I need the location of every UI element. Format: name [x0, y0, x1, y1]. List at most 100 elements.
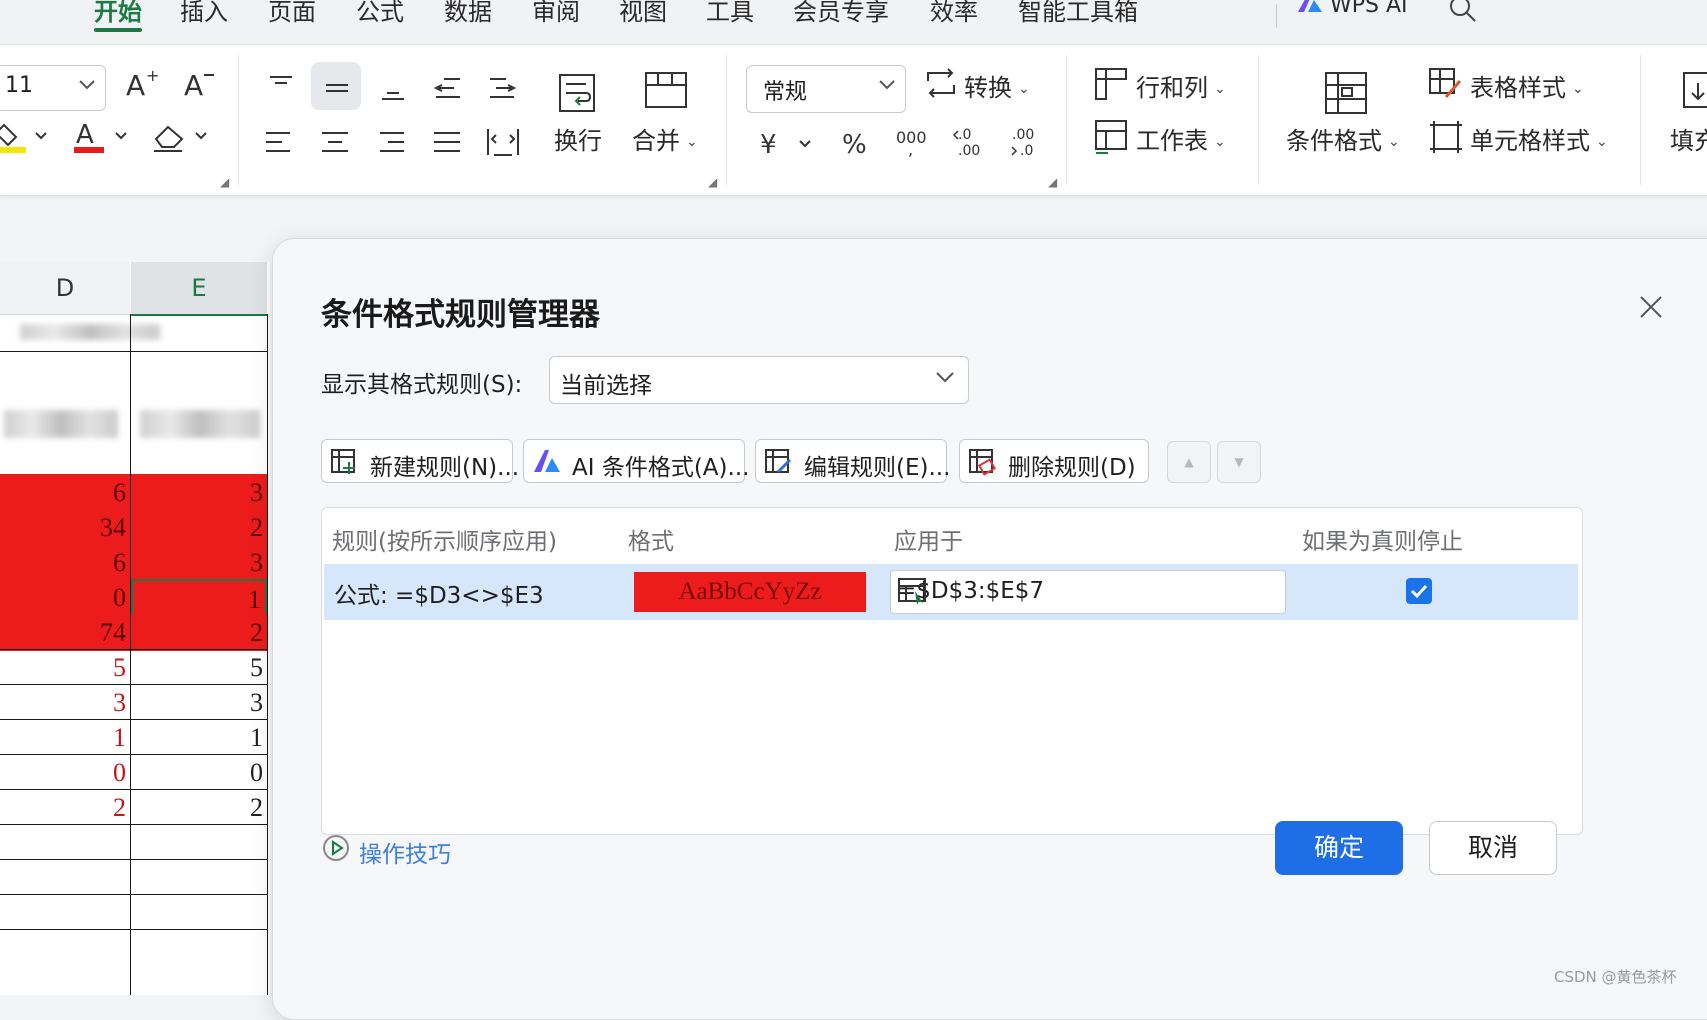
cell-e[interactable]: 2 [131, 614, 267, 651]
align-right-icon[interactable] [376, 127, 406, 161]
distributed-align-icon[interactable] [486, 125, 522, 163]
convert-label: 转换 [964, 74, 1012, 102]
rows-columns-button[interactable]: 行和列 ⌄ [1136, 68, 1226, 103]
cell-e[interactable]: 0 [131, 754, 267, 791]
decrease-font-icon[interactable]: A [182, 67, 218, 105]
cell-style-icon[interactable] [1428, 119, 1464, 159]
tab-page[interactable]: 页面 [268, 0, 316, 27]
cell-d[interactable]: 6 [0, 544, 130, 581]
column-header-d[interactable]: D [0, 262, 130, 315]
column-header-e[interactable]: E [131, 262, 267, 316]
tab-insert[interactable]: 插入 [180, 0, 228, 27]
chevron-down-icon: ⌄ [1214, 81, 1226, 97]
tab-view[interactable]: 视图 [619, 0, 667, 27]
cell-e[interactable]: 3 [131, 544, 267, 581]
align-group-launcher-icon[interactable]: ◢ [708, 175, 717, 189]
worksheet-button[interactable]: 工作表 ⌄ [1136, 121, 1226, 156]
merge-cells-icon[interactable] [644, 71, 688, 115]
font-group-launcher-icon[interactable]: ◢ [220, 175, 229, 189]
tab-formula[interactable]: 公式 [356, 0, 404, 27]
tab-data[interactable]: 数据 [444, 0, 492, 27]
currency-icon[interactable]: ¥ [760, 127, 820, 165]
rows-columns-icon[interactable] [1094, 67, 1128, 105]
move-down-button[interactable]: ▼ [1217, 441, 1261, 483]
applies-to-input[interactable]: =$D$3:$E$7 [890, 570, 1286, 614]
increase-indent-icon[interactable] [488, 73, 518, 107]
tab-efficiency[interactable]: 效率 [930, 0, 978, 27]
cell-e[interactable]: 2 [131, 509, 267, 546]
justify-icon[interactable] [432, 127, 462, 161]
align-left-icon[interactable] [264, 127, 294, 161]
align-middle-icon[interactable] [322, 73, 352, 107]
align-bottom-icon[interactable] [378, 73, 408, 107]
cell-d[interactable]: 5 [0, 649, 130, 686]
align-top-icon[interactable] [266, 73, 296, 107]
cell-e[interactable]: 3 [131, 684, 267, 721]
cell-d[interactable]: 34 [0, 509, 130, 546]
font-size-select[interactable]: 11 [0, 65, 106, 111]
merge-cells-button[interactable]: 合并 ⌄ [632, 121, 698, 156]
range-picker-icon[interactable] [897, 577, 1277, 613]
number-group-launcher-icon[interactable]: ◢ [1048, 175, 1057, 189]
cell-d[interactable]: 2 [0, 789, 130, 826]
cell-d[interactable]: 1 [0, 719, 130, 756]
cell-e[interactable]: 3 [131, 474, 267, 511]
tab-tools[interactable]: 工具 [706, 0, 754, 27]
new-rule-button[interactable]: 新建规则(N)... [321, 439, 519, 483]
ok-button[interactable]: 确定 [1275, 821, 1403, 875]
wrap-text-icon[interactable] [556, 71, 600, 119]
wrap-text-label[interactable]: 换行 [554, 121, 602, 156]
percent-icon[interactable]: % [842, 127, 872, 165]
cancel-button[interactable]: 取消 [1429, 821, 1557, 875]
svg-text:%: % [842, 130, 867, 160]
cell-e[interactable]: 1 [131, 719, 267, 756]
cell-style-button[interactable]: 单元格样式 ⌄ [1470, 121, 1608, 156]
increase-decimal-icon[interactable]: .0.00 [952, 125, 988, 163]
rule-row[interactable]: 公式: =$D3<>$E3 AaBbCcYyZz =$D$3:$E$7 [324, 564, 1578, 620]
cell-e[interactable]: 5 [131, 649, 267, 686]
table-style-button[interactable]: 表格样式 ⌄ [1470, 68, 1584, 103]
worksheet-icon[interactable] [1094, 119, 1128, 159]
cell-d[interactable]: 74 [0, 614, 130, 651]
decrease-decimal-icon[interactable]: .00.0 [1010, 125, 1046, 163]
fill-icon[interactable] [1682, 69, 1707, 117]
number-format-select[interactable]: 常规 [746, 65, 906, 113]
tab-home[interactable]: 开始 [94, 0, 142, 32]
decrease-indent-icon[interactable] [432, 73, 462, 107]
cell-d[interactable]: 0 [0, 754, 130, 791]
chevron-down-icon [879, 80, 895, 90]
delete-rule-icon [968, 448, 997, 482]
increase-font-icon[interactable]: A + [124, 66, 160, 105]
ai-conditional-format-button[interactable]: AI 条件格式(A)... [523, 439, 749, 483]
move-up-button[interactable]: ▲ [1167, 441, 1211, 483]
cell-d[interactable]: 3 [0, 684, 130, 721]
tab-member[interactable]: 会员专享 [793, 0, 889, 27]
conditional-format-icon[interactable] [1324, 71, 1368, 119]
show-rules-select[interactable]: 当前选择 [549, 356, 969, 404]
search-icon[interactable] [1448, 0, 1478, 28]
cell-e[interactable]: 1 [131, 579, 267, 616]
align-center-icon[interactable] [320, 127, 350, 161]
cell-e[interactable]: 2 [131, 789, 267, 826]
conditional-format-button[interactable]: 条件格式 ⌄ [1286, 121, 1400, 156]
tab-smart-toolbox[interactable]: 智能工具箱 [1018, 0, 1138, 27]
fill-color-icon[interactable] [0, 117, 50, 161]
convert-button[interactable]: 转换 ⌄ [964, 68, 1030, 103]
font-color-icon[interactable]: A [72, 117, 132, 161]
tab-review[interactable]: 审阅 [532, 0, 580, 27]
stop-if-true-checkbox[interactable] [1406, 578, 1432, 604]
menu-separator [1276, 4, 1277, 28]
table-style-icon[interactable] [1428, 67, 1464, 105]
close-icon[interactable] [1633, 289, 1669, 325]
wps-ai-button[interactable]: WPS AI [1296, 0, 1408, 20]
convert-icon[interactable] [924, 67, 958, 105]
thousands-separator-icon[interactable]: 000, [896, 125, 932, 163]
cell-d[interactable]: 6 [0, 474, 130, 511]
eraser-icon[interactable] [152, 117, 212, 161]
fill-button[interactable]: 填充 [1670, 121, 1707, 156]
chevron-down-icon [79, 80, 95, 90]
gridline [267, 314, 268, 995]
edit-rule-button[interactable]: 编辑规则(E)... [755, 439, 950, 483]
delete-rule-button[interactable]: 删除规则(D) [959, 439, 1149, 483]
cell-d[interactable]: 0 [0, 579, 130, 616]
